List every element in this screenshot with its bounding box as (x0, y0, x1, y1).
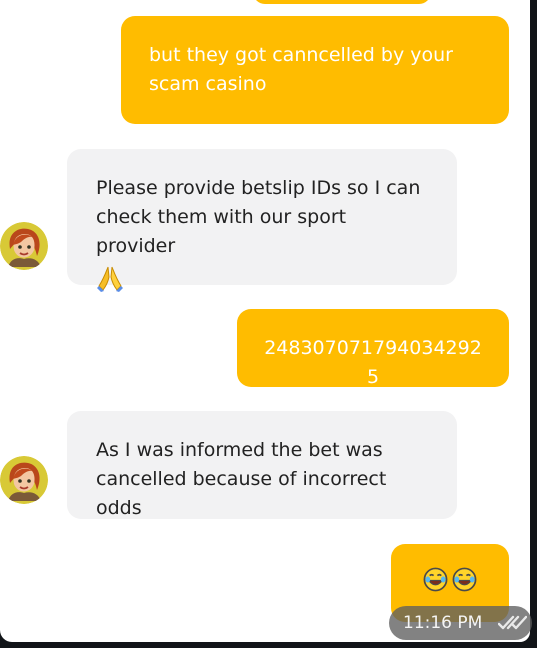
incoming-message-bubble: Please provide betslip IDs so I can chec… (67, 149, 457, 292)
agent-avatar (0, 456, 48, 504)
message-text: Please provide betslip IDs so I can chec… (96, 177, 421, 257)
laughing-tears-icon (423, 567, 448, 591)
emoji-reaction-row (423, 567, 477, 592)
folded-hands-icon (96, 265, 124, 293)
message-text: 248307071794034292 5 (264, 337, 482, 388)
message-time: 11:16 PM (403, 612, 483, 633)
laughing-tears-icon (452, 567, 477, 591)
incoming-message-bubble: As I was informed the bet was cancelled … (67, 411, 457, 519)
chat-message-list: but they got canncelled by your scam cas… (0, 0, 530, 642)
double-check-icon (498, 615, 528, 630)
agent-avatar (0, 222, 48, 270)
outgoing-message-bubble: 248307071794034292 5 (237, 309, 509, 388)
message-text: but they got canncelled by your scam cas… (149, 44, 453, 95)
message-text: As I was informed the bet was cancelled … (96, 439, 387, 519)
message-status-pill: 11:16 PM (389, 606, 532, 640)
outgoing-message-bubble: but they got canncelled by your scam cas… (121, 16, 509, 124)
previous-message-bubble (253, 0, 431, 4)
